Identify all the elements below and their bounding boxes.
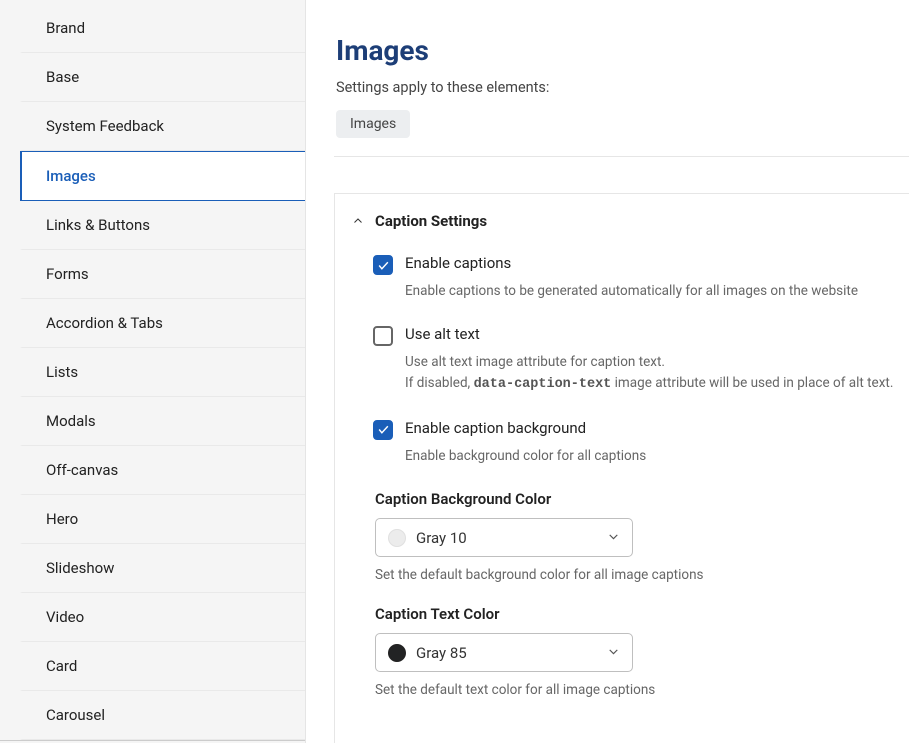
caption-settings-panel: Caption Settings Enable captions Enable …	[334, 193, 909, 743]
desc-use-alt-text-prefix: If disabled,	[405, 375, 474, 391]
sidebar-item-slideshow[interactable]: Slideshow	[20, 544, 305, 593]
checkbox-enable-caption-background[interactable]	[373, 420, 393, 440]
select-value-text-color: Gray 85	[416, 644, 467, 662]
sidebar-item-card[interactable]: Card	[20, 642, 305, 691]
page-title: Images	[336, 34, 909, 67]
page-header: Images Settings apply to these elements:…	[334, 34, 909, 157]
label-enable-caption-background: Enable caption background	[405, 419, 586, 437]
main-content: Images Settings apply to these elements:…	[306, 0, 909, 743]
desc-use-alt-text-code: data-caption-text	[474, 377, 612, 392]
chevron-down-icon	[607, 528, 620, 547]
field-caption-background-color: Caption Background Color Gray 10 Set the…	[375, 490, 909, 583]
desc-use-alt-text-suffix: image attribute will be used in place of…	[611, 375, 893, 391]
sidebar-item-base[interactable]: Base	[20, 53, 305, 102]
sidebar-item-links-buttons[interactable]: Links & Buttons	[20, 201, 305, 250]
select-caption-text-color[interactable]: Gray 85	[375, 633, 633, 672]
checkbox-use-alt-text[interactable]	[373, 326, 393, 346]
label-caption-text-color: Caption Text Color	[375, 605, 909, 623]
sidebar-item-carousel[interactable]: Carousel	[20, 691, 305, 740]
sidebar-item-images[interactable]: Images	[20, 151, 305, 201]
checkbox-enable-captions[interactable]	[373, 255, 393, 275]
element-chip-images[interactable]: Images	[336, 110, 410, 138]
help-caption-background-color: Set the default background color for all…	[375, 567, 909, 583]
panel-title: Caption Settings	[375, 212, 487, 230]
field-caption-text-color: Caption Text Color Gray 85 Set the defau…	[375, 605, 909, 698]
desc-enable-caption-background: Enable background color for all captions	[405, 446, 909, 466]
chevron-down-icon	[607, 643, 620, 662]
color-swatch-icon	[388, 644, 406, 662]
sidebar-item-accordion-tabs[interactable]: Accordion & Tabs	[20, 299, 305, 348]
desc-enable-captions: Enable captions to be generated automati…	[405, 281, 909, 301]
sidebar-item-off-canvas[interactable]: Off-canvas	[20, 446, 305, 495]
label-caption-background-color: Caption Background Color	[375, 490, 909, 508]
setting-enable-caption-background: Enable caption background Enable backgro…	[373, 419, 909, 466]
help-caption-text-color: Set the default text color for all image…	[375, 682, 909, 698]
setting-enable-captions: Enable captions Enable captions to be ge…	[373, 254, 909, 301]
panel-toggle-caption-settings[interactable]: Caption Settings	[335, 212, 909, 244]
sidebar-item-lists[interactable]: Lists	[20, 348, 305, 397]
page-subtitle: Settings apply to these elements:	[336, 79, 909, 96]
color-swatch-icon	[388, 529, 406, 547]
setting-use-alt-text: Use alt text Use alt text image attribut…	[373, 325, 909, 395]
sidebar-item-modals[interactable]: Modals	[20, 397, 305, 446]
sidebar-item-video[interactable]: Video	[20, 593, 305, 642]
label-enable-captions: Enable captions	[405, 254, 511, 272]
sidebar-item-system-feedback[interactable]: System Feedback	[20, 102, 305, 151]
select-value-bg-color: Gray 10	[416, 529, 467, 547]
sidebar-item-brand[interactable]: Brand	[20, 4, 305, 53]
settings-sidebar: Brand Base System Feedback Images Links …	[0, 0, 306, 743]
select-caption-background-color[interactable]: Gray 10	[375, 518, 633, 557]
label-use-alt-text: Use alt text	[405, 325, 480, 343]
sidebar-item-forms[interactable]: Forms	[20, 250, 305, 299]
sidebar-item-hero[interactable]: Hero	[20, 495, 305, 544]
desc-use-alt-text: Use alt text image attribute for caption…	[405, 352, 909, 395]
desc-use-alt-text-line1: Use alt text image attribute for caption…	[405, 354, 665, 370]
chevron-up-icon	[351, 214, 365, 228]
